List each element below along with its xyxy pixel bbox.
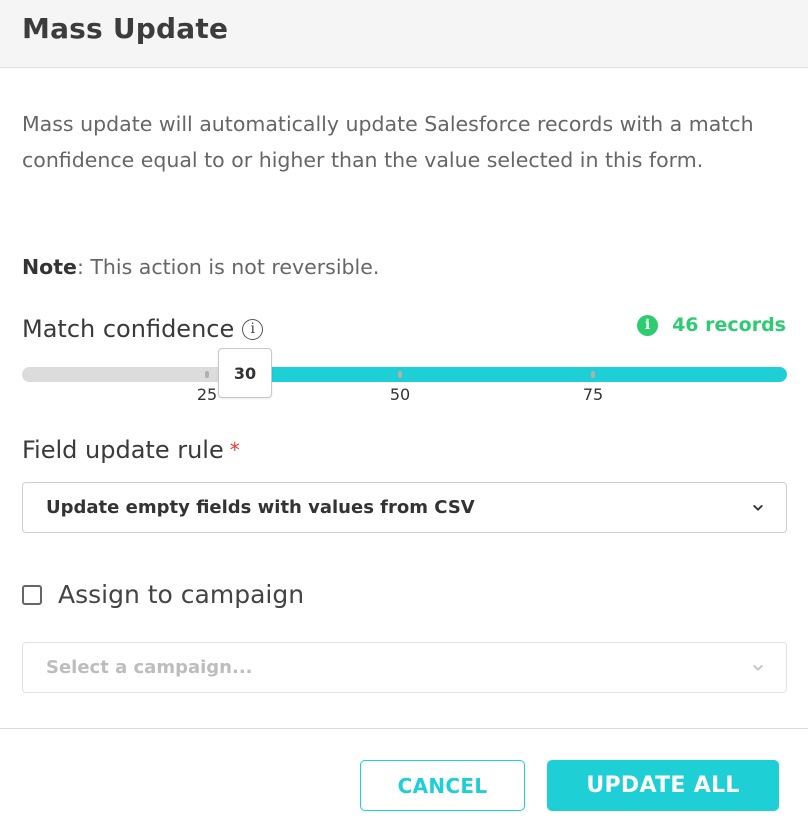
slider-track-active[interactable] <box>237 367 787 382</box>
footer-divider <box>0 728 808 729</box>
slider-tick-label-25: 25 <box>196 385 218 404</box>
note-text: Note: This action is not reversible. <box>22 250 379 284</box>
required-asterisk: * <box>229 438 240 462</box>
slider-tick-75 <box>591 371 595 378</box>
modal-title: Mass Update <box>22 12 229 45</box>
chevron-down-icon <box>753 663 763 673</box>
field-update-rule-text: Field update rule <box>22 436 224 464</box>
records-count-text: 46 records <box>672 314 786 336</box>
description-text: Mass update will automatically update Sa… <box>22 112 754 172</box>
note-body: : This action is not reversible. <box>76 255 380 279</box>
match-confidence-label: Match confidence i <box>22 311 264 347</box>
campaign-select[interactable]: Select a campaign... <box>22 642 787 693</box>
slider-tick-50 <box>398 371 402 378</box>
slider-tick-25 <box>205 371 209 378</box>
note-label: Note <box>22 255 77 279</box>
info-solid-icon: i <box>637 314 659 336</box>
field-update-rule-value: Update empty fields with values from CSV <box>46 497 475 518</box>
records-count: i 46 records <box>637 314 786 336</box>
field-update-rule-label: Field update rule * <box>22 432 240 468</box>
slider-tick-label-50: 50 <box>389 385 411 404</box>
update-all-button[interactable]: UPDATE ALL <box>547 760 779 811</box>
assign-campaign-label[interactable]: Assign to campaign <box>58 580 304 609</box>
info-outline-icon[interactable]: i <box>242 318 264 340</box>
slider-tick-label-75: 75 <box>582 385 604 404</box>
match-confidence-slider[interactable]: 25 50 75 30 <box>22 348 787 404</box>
campaign-placeholder: Select a campaign... <box>46 657 253 678</box>
cancel-button[interactable]: CANCEL <box>360 760 525 811</box>
modal-header: Mass Update <box>0 0 808 68</box>
assign-campaign-checkbox[interactable] <box>22 584 42 605</box>
slider-handle[interactable]: 30 <box>218 348 272 398</box>
chevron-down-icon <box>753 503 763 513</box>
match-confidence-text: Match confidence <box>22 315 235 343</box>
field-update-rule-select[interactable]: Update empty fields with values from CSV <box>22 482 787 533</box>
assign-campaign-row[interactable]: Assign to campaign <box>22 580 304 609</box>
